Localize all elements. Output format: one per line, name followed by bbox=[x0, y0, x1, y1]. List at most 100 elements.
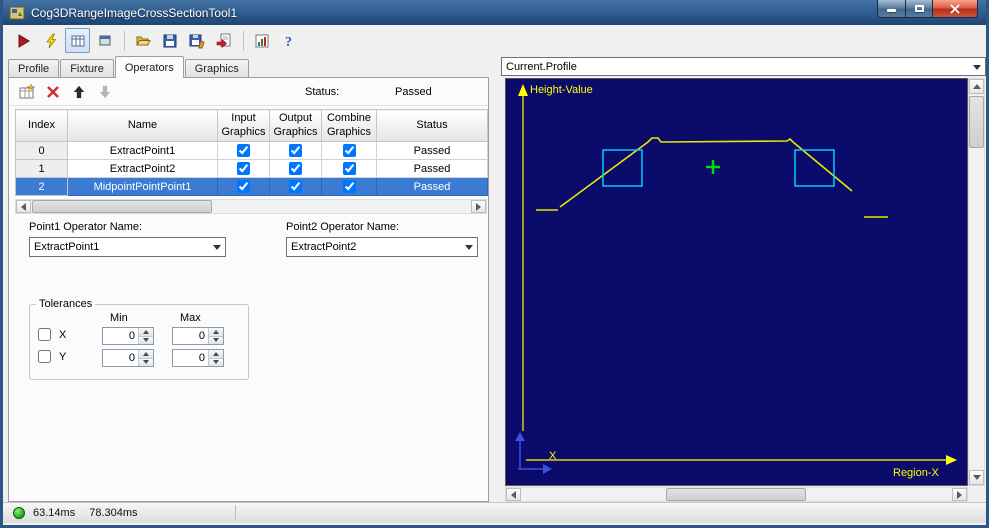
main-toolbar: ? bbox=[3, 25, 986, 56]
delete-operator-button[interactable] bbox=[42, 81, 64, 103]
x-max-spinner[interactable]: 0 bbox=[172, 327, 224, 345]
import-button[interactable] bbox=[211, 28, 236, 53]
run-live-button[interactable] bbox=[38, 28, 63, 53]
point1-operator-value: ExtractPoint1 bbox=[34, 241, 100, 253]
operators-page: Status: Passed Index Name Input Graphics… bbox=[8, 77, 489, 502]
scroll-right-button[interactable] bbox=[952, 488, 967, 501]
combine-graphics-checkbox[interactable] bbox=[342, 180, 356, 193]
scroll-up-button[interactable] bbox=[969, 79, 984, 94]
scroll-left-icon bbox=[511, 490, 516, 499]
point2-operator-combobox[interactable]: ExtractPoint2 bbox=[286, 237, 478, 257]
row-status-cell[interactable]: Passed bbox=[376, 159, 488, 178]
save-tool-button[interactable] bbox=[157, 28, 182, 53]
scroll-up-icon bbox=[972, 84, 981, 89]
point1-operator-combobox[interactable]: ExtractPoint1 bbox=[29, 237, 226, 257]
maximize-button[interactable] bbox=[906, 0, 933, 18]
grid-horizontal-scrollbar[interactable] bbox=[15, 199, 487, 214]
col-header-combine-graphics[interactable]: Combine Graphics bbox=[321, 109, 377, 142]
open-tool-button[interactable] bbox=[130, 28, 155, 53]
x-tolerance-checkbox[interactable] bbox=[38, 328, 51, 341]
save-tool-as-button[interactable] bbox=[184, 28, 209, 53]
scrollbar-thumb[interactable] bbox=[666, 488, 806, 501]
row-name-cell[interactable]: MidpointPointPoint1 bbox=[67, 177, 218, 196]
tab-graphics[interactable]: Graphics bbox=[184, 59, 249, 78]
col-header-index[interactable]: Index bbox=[15, 109, 68, 142]
table-row[interactable]: 0 ExtractPoint1 Passed bbox=[15, 141, 488, 160]
y-tolerance-checkbox[interactable] bbox=[38, 350, 51, 363]
spin-up-button[interactable] bbox=[139, 328, 153, 336]
add-operator-button[interactable] bbox=[16, 81, 38, 103]
spin-up-button[interactable] bbox=[139, 350, 153, 358]
row-index-cell[interactable]: 2 bbox=[15, 177, 68, 196]
spin-down-button[interactable] bbox=[139, 335, 153, 344]
spin-up-button[interactable] bbox=[209, 350, 223, 358]
spin-up-icon bbox=[213, 351, 219, 356]
float-window-icon bbox=[99, 35, 110, 45]
input-graphics-checkbox[interactable] bbox=[237, 180, 250, 193]
spin-down-icon bbox=[143, 360, 149, 365]
help-icon: ? bbox=[285, 35, 292, 49]
help-button[interactable]: ? bbox=[276, 28, 301, 53]
tab-fixture[interactable]: Fixture bbox=[60, 59, 114, 78]
run-button[interactable] bbox=[11, 28, 36, 53]
display-horizontal-scrollbar[interactable] bbox=[505, 487, 968, 502]
col-header-input-graphics[interactable]: Input Graphics bbox=[217, 109, 270, 142]
table-row[interactable]: 1 ExtractPoint2 Passed bbox=[15, 159, 488, 178]
move-down-button[interactable] bbox=[94, 81, 116, 103]
row-index-cell[interactable]: 1 bbox=[15, 159, 68, 178]
row-name-cell[interactable]: ExtractPoint2 bbox=[67, 159, 218, 178]
minimize-button[interactable] bbox=[877, 0, 906, 18]
profile-plot: Height-Value Region-X X bbox=[506, 79, 967, 485]
float-display-button[interactable] bbox=[92, 28, 117, 53]
spin-down-button[interactable] bbox=[209, 335, 223, 344]
scroll-down-button[interactable] bbox=[969, 470, 984, 485]
row-name-cell[interactable]: ExtractPoint1 bbox=[67, 141, 218, 160]
show-tool-display-button[interactable] bbox=[65, 28, 90, 53]
move-up-button[interactable] bbox=[68, 81, 90, 103]
spin-down-button[interactable] bbox=[209, 357, 223, 366]
toolbar-separator bbox=[243, 30, 244, 51]
output-graphics-checkbox[interactable] bbox=[289, 144, 302, 157]
record-selector-combobox[interactable]: Current.Profile bbox=[501, 57, 986, 76]
y-tolerance-label: Y bbox=[59, 350, 67, 363]
profile-display[interactable]: Height-Value Region-X X bbox=[505, 78, 968, 486]
output-graphics-checkbox[interactable] bbox=[289, 180, 302, 193]
titlebar[interactable]: Cog3DRangeImageCrossSectionTool1 bbox=[3, 0, 986, 25]
tab-profile[interactable]: Profile bbox=[8, 59, 60, 78]
scrollbar-thumb[interactable] bbox=[32, 200, 212, 213]
scroll-left-button[interactable] bbox=[506, 488, 521, 501]
spin-up-icon bbox=[143, 351, 149, 356]
display-vertical-scrollbar[interactable] bbox=[968, 78, 985, 486]
combine-graphics-checkbox[interactable] bbox=[342, 144, 356, 157]
scroll-left-button[interactable] bbox=[16, 200, 31, 213]
chevron-down-icon bbox=[973, 65, 981, 70]
row-status-cell[interactable]: Passed bbox=[376, 141, 488, 160]
col-header-name[interactable]: Name bbox=[67, 109, 218, 142]
row-index-cell[interactable]: 0 bbox=[15, 141, 68, 160]
performance-button[interactable] bbox=[249, 28, 274, 53]
y-max-spinner[interactable]: 0 bbox=[172, 349, 224, 367]
close-button[interactable] bbox=[933, 0, 978, 18]
spin-down-button[interactable] bbox=[139, 357, 153, 366]
spin-up-button[interactable] bbox=[209, 328, 223, 336]
min-column-header: Min bbox=[110, 312, 128, 324]
combine-graphics-checkbox[interactable] bbox=[342, 162, 356, 175]
chevron-down-icon bbox=[465, 245, 473, 250]
report-icon bbox=[255, 34, 268, 47]
grid-display-icon bbox=[71, 35, 84, 46]
scroll-right-button[interactable] bbox=[471, 200, 486, 213]
col-header-status[interactable]: Status bbox=[376, 109, 488, 142]
input-graphics-checkbox[interactable] bbox=[237, 144, 250, 157]
tab-operators[interactable]: Operators bbox=[114, 56, 184, 78]
table-row-selected[interactable]: 2 MidpointPointPoint1 Passed bbox=[15, 177, 488, 196]
status-led-icon bbox=[13, 507, 25, 519]
x-min-spinner[interactable]: 0 bbox=[102, 327, 154, 345]
y-min-spinner[interactable]: 0 bbox=[102, 349, 154, 367]
output-graphics-checkbox[interactable] bbox=[289, 162, 302, 175]
app-icon bbox=[9, 6, 25, 19]
col-header-output-graphics[interactable]: Output Graphics bbox=[269, 109, 322, 142]
scrollbar-thumb[interactable] bbox=[969, 96, 984, 148]
row-status-cell[interactable]: Passed bbox=[376, 177, 488, 196]
spin-down-icon bbox=[213, 360, 219, 365]
input-graphics-checkbox[interactable] bbox=[237, 162, 250, 175]
